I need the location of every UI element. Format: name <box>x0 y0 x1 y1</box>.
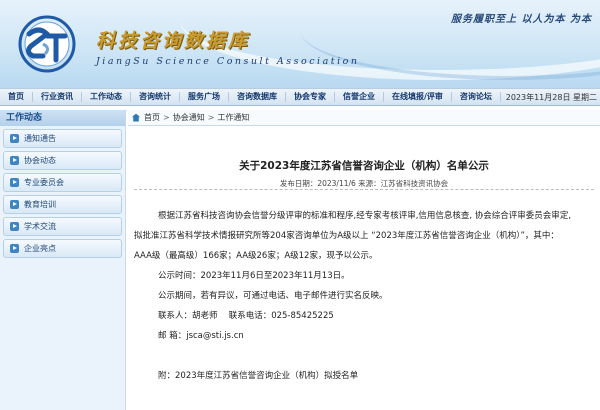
current-date: 2023年11月28日 星期二 <box>505 93 597 102</box>
breadcrumb: 首页 > 协会通知 > 工作通知 <box>128 110 600 126</box>
nav-item-credit-companies[interactable]: 信誉企业 <box>335 92 384 102</box>
article: 关于2023年度江苏省信誉咨询企业（机构）名单公示 发布日期：2023/11/6… <box>128 126 600 410</box>
attachment-link[interactable]: 附：2023年度江苏省信誉咨询企业（机构）拟授名单 <box>134 366 589 386</box>
sidebar-item-label: 专业委员会 <box>24 178 64 187</box>
sidebar-item-label: 通知通告 <box>24 134 56 143</box>
sidebar-item-committees[interactable]: 专业委员会 <box>3 173 122 192</box>
home-icon <box>132 113 140 122</box>
nav-item-work-news[interactable]: 工作动态 <box>82 92 131 102</box>
objection-note: 公示期间，若有异议，可通过电话、电子邮件进行实名反映。 <box>158 291 388 301</box>
sidebar-item-label: 学术交流 <box>24 222 56 231</box>
sidebar-title: 工作动态 <box>0 110 125 126</box>
arrow-bullet-icon <box>10 178 19 187</box>
sidebar-item-training[interactable]: 教育培训 <box>3 195 122 214</box>
article-meta: 发布日期：2023/11/6 来源：江苏省科技资讯协会 <box>279 179 449 188</box>
article-title: 关于2023年度江苏省信誉咨询企业（机构）名单公示 <box>239 160 489 172</box>
article-body: 根据江苏省科技咨询协会信誉分级评审的标准和程序,经专家考核评审,信用信息核查, … <box>134 206 589 386</box>
nav-item-consult-database[interactable]: 咨询数据库 <box>229 92 286 102</box>
nav-item-service-square[interactable]: 服务广场 <box>180 92 229 102</box>
sidebar-item-label: 教育培训 <box>24 200 56 209</box>
site-subtitle: JiangSu Science Consult Association <box>96 56 360 67</box>
nav-item-online-review[interactable]: 在线填报/评审 <box>384 92 452 102</box>
sidebar-item-label: 协会动态 <box>24 156 56 165</box>
nav-item-experts[interactable]: 协会专家 <box>286 92 335 102</box>
paragraph-line: 拟批准江苏省科学技术情报研究所等204家咨询单位为A级以上 “2023年度江苏省… <box>134 231 559 241</box>
contact-email: 邮 箱：jsca@sti.js.cn <box>158 331 244 341</box>
breadcrumb-home[interactable]: 首页 <box>144 110 160 126</box>
nav-item-forum[interactable]: 咨询论坛 <box>452 92 501 102</box>
contact-info: 联系人：胡老师 联系电话：025-85425225 <box>158 311 334 321</box>
breadcrumb-work-notices[interactable]: 工作通知 <box>217 110 249 126</box>
sidebar-item-academic-exchange[interactable]: 学术交流 <box>3 217 122 236</box>
site-title: 科技咨询数据库 <box>96 30 251 52</box>
breadcrumb-separator: > <box>163 112 170 122</box>
nav-item-industry-news[interactable]: 行业资讯 <box>33 92 82 102</box>
arrow-bullet-icon <box>10 200 19 209</box>
nav-item-consult-stats[interactable]: 咨询统计 <box>131 92 180 102</box>
breadcrumb-separator: > <box>207 112 215 122</box>
arrow-bullet-icon <box>10 244 19 253</box>
sidebar-item-association-news[interactable]: 协会动态 <box>3 151 122 170</box>
header-slogan: 服务履职至上 以人为本 为本 <box>451 14 592 25</box>
sidebar: 工作动态 通知通告 协会动态 专业委员会 教育培训 学术交流 企业亮点 <box>0 110 126 410</box>
nav-item-home[interactable]: 首页 <box>0 92 33 102</box>
sidebar-item-label: 企业亮点 <box>24 244 56 253</box>
main-nav: 首页 行业资讯 工作动态 咨询统计 服务广场 咨询数据库 协会专家 信誉企业 在… <box>0 88 600 106</box>
arrow-bullet-icon <box>10 156 19 165</box>
arrow-bullet-icon <box>10 222 19 231</box>
paragraph-line: 根据江苏省科技咨询协会信誉分级评审的标准和程序,经专家考核评审,信用信息核查, … <box>158 211 572 221</box>
arrow-bullet-icon <box>10 134 19 143</box>
divider <box>134 189 594 190</box>
breadcrumb-association-notices[interactable]: 协会通知 <box>173 110 205 126</box>
paragraph-line: AAA级（最高级）166家；AA级26家；A级12家，现予以公示。 <box>134 251 378 261</box>
publicity-period: 公示时间：2023年11月6日至2023年11月13日。 <box>158 271 350 281</box>
site-header: 科技咨询数据库 JiangSu Science Consult Associat… <box>0 0 600 88</box>
site-logo-icon[interactable] <box>17 14 77 74</box>
sidebar-item-notices[interactable]: 通知通告 <box>3 129 122 148</box>
sidebar-item-company-highlights[interactable]: 企业亮点 <box>3 239 122 258</box>
